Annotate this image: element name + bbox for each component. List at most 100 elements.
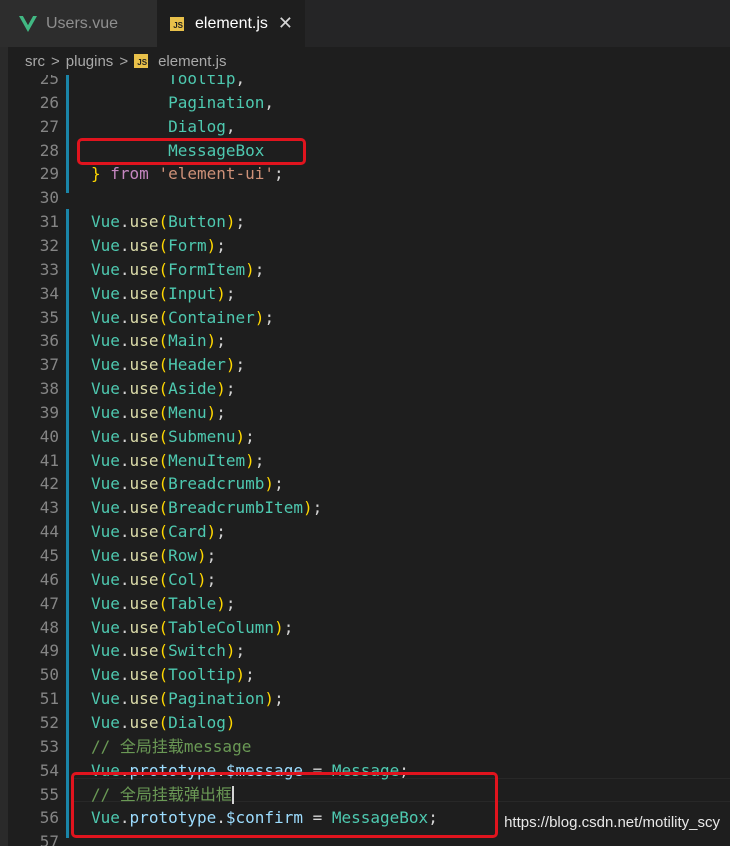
code-editor[interactable]: 25 Tooltip, 26 Pagination, 27 Dialog, 28 Me… (0, 75, 730, 846)
line-number: 43 (39, 498, 59, 518)
tab-bar: Users.vue JS element.js ✕ (0, 0, 730, 47)
line-number: 45 (39, 546, 59, 565)
code-line[interactable]: 41 Vue.use(MenuItem); (0, 449, 730, 473)
code-text: Vue.use(Row); (91, 546, 217, 565)
line-number: 37 (39, 355, 59, 375)
code-line[interactable]: 32 Vue.use(Form); (0, 234, 730, 258)
line-number: 52 (39, 712, 59, 732)
line-number: 26 (39, 92, 59, 112)
code-text: } from 'element-ui'; (91, 164, 284, 184)
code-text: Vue.use(Table); (91, 593, 236, 613)
code-text: Vue.use(Input); (91, 283, 236, 303)
js-file-icon: JS (134, 54, 149, 68)
tab-label: Users.vue (46, 14, 119, 32)
line-number: 39 (39, 402, 59, 422)
line-number: 50 (39, 665, 59, 685)
code-line[interactable]: 42 Vue.use(Breadcrumb); (0, 472, 730, 496)
code-text: Vue.use(Switch); (91, 641, 246, 661)
line-number: 48 (39, 617, 59, 637)
line-number: 46 (39, 569, 59, 589)
code-line[interactable]: 53 // 全局挂载message (0, 735, 730, 759)
watermark: https://blog.csdn.net/motility_scy (504, 814, 720, 831)
js-icon: JS (170, 16, 184, 31)
code-line[interactable]: 45 Vue.use(Row); (0, 544, 730, 568)
line-number: 32 (39, 235, 59, 255)
line-number: 51 (39, 689, 59, 709)
code-line[interactable]: 26 Pagination, (0, 91, 730, 115)
code-text: Vue.use(Breadcrumb); (91, 474, 284, 494)
line-number: 54 (39, 760, 59, 780)
line-number: 44 (39, 522, 59, 542)
code-line[interactable]: 50 Vue.use(Tooltip); (0, 663, 730, 687)
tab-label: element.js (195, 14, 268, 32)
vue-icon (19, 15, 37, 32)
line-number: 57 (39, 832, 59, 846)
chevron-right-icon: > (51, 52, 60, 70)
code-text: Tooltip, (168, 75, 246, 88)
code-text: Pagination, (168, 92, 275, 112)
code-line[interactable]: 25 Tooltip, (0, 75, 730, 91)
line-number: 56 (39, 808, 59, 828)
code-text: Vue.use(FormItem); (91, 259, 265, 279)
highlight-box-confirm (71, 772, 498, 838)
code-line[interactable]: 34 Vue.use(Input); (0, 282, 730, 306)
code-line[interactable]: 48 Vue.use(TableColumn); (0, 616, 730, 640)
code-text: Vue.use(Form); (91, 235, 226, 255)
line-number: 53 (39, 736, 59, 756)
code-text: Vue.use(Dialog) (91, 712, 236, 732)
highlight-box-messagebox (77, 138, 306, 165)
line-number: 27 (39, 116, 59, 136)
line-number: 41 (39, 450, 59, 470)
code-text: Vue.use(TableColumn); (91, 617, 294, 637)
code-line[interactable]: 49 Vue.use(Switch); (0, 639, 730, 663)
code-text: Vue.use(BreadcrumbItem); (91, 498, 323, 518)
line-number: 29 (39, 164, 59, 184)
code-line[interactable]: 37 Vue.use(Header); (0, 353, 730, 377)
tab-users-vue[interactable]: Users.vue (0, 0, 157, 47)
breadcrumb-item-src[interactable]: src (25, 53, 45, 70)
code-text: Vue.use(Menu); (91, 402, 226, 422)
line-number: 55 (39, 784, 59, 804)
tab-element-js[interactable]: JS element.js ✕ (157, 0, 305, 47)
code-text: Vue.use(MenuItem); (91, 450, 265, 470)
code-line[interactable]: 44 Vue.use(Card); (0, 520, 730, 544)
line-number: 36 (39, 331, 59, 351)
line-number: 25 (39, 75, 59, 88)
breadcrumb-item-plugins[interactable]: plugins (66, 53, 114, 70)
code-text: Vue.use(Aside); (91, 379, 236, 399)
code-line[interactable]: 29 } from 'element-ui'; (0, 162, 730, 186)
breadcrumb-item-file[interactable]: element.js (158, 53, 226, 70)
code-line[interactable]: 52 Vue.use(Dialog) (0, 711, 730, 735)
code-line[interactable]: 27 Dialog, (0, 115, 730, 139)
code-line[interactable]: 43 Vue.use(BreadcrumbItem); (0, 496, 730, 520)
code-line[interactable]: 40 Vue.use(Submenu); (0, 425, 730, 449)
code-line[interactable]: 38 Vue.use(Aside); (0, 377, 730, 401)
line-number: 34 (39, 283, 59, 303)
code-line[interactable]: 47 Vue.use(Table); (0, 592, 730, 616)
code-line[interactable]: 36 Vue.use(Main); (0, 329, 730, 353)
line-number: 47 (39, 593, 59, 613)
code-text: Vue.use(Pagination); (91, 689, 284, 709)
code-line[interactable]: 35 Vue.use(Container); (0, 306, 730, 330)
code-text: Vue.use(Tooltip); (91, 665, 255, 685)
line-number: 28 (39, 140, 59, 160)
breadcrumb: src > plugins > JS element.js (0, 47, 730, 75)
line-number: 30 (39, 188, 59, 208)
code-text: Vue.use(Col); (91, 569, 217, 589)
line-number: 49 (39, 641, 59, 661)
code-text: Vue.use(Button); (91, 212, 246, 232)
code-line[interactable]: 33 Vue.use(FormItem); (0, 258, 730, 282)
close-icon[interactable]: ✕ (278, 13, 293, 34)
code-line[interactable]: 39 Vue.use(Menu); (0, 401, 730, 425)
code-line[interactable]: 51 Vue.use(Pagination); (0, 687, 730, 711)
code-line[interactable]: 46 Vue.use(Col); (0, 568, 730, 592)
line-number: 35 (39, 307, 59, 327)
code-text: Vue.use(Submenu); (91, 426, 255, 446)
code-line[interactable]: 31 Vue.use(Button); (0, 210, 730, 234)
code-text: Vue.use(Main); (91, 331, 226, 351)
chevron-right-icon: > (119, 52, 129, 70)
line-number: 40 (39, 426, 59, 446)
code-text: Vue.use(Header); (91, 355, 246, 375)
code-line[interactable]: 30 (0, 186, 730, 210)
line-number: 33 (39, 259, 59, 279)
